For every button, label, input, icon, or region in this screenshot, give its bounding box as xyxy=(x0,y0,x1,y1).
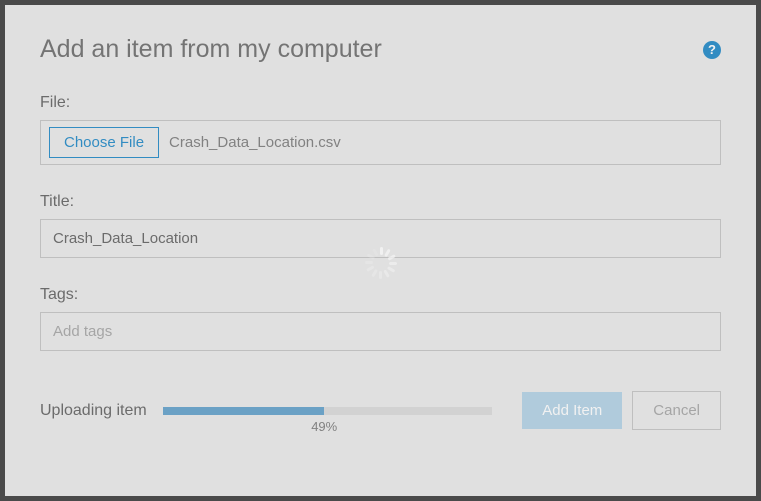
cancel-button[interactable]: Cancel xyxy=(632,391,721,430)
tags-input[interactable] xyxy=(40,312,721,351)
add-item-modal: Add an item from my computer ? File: Cho… xyxy=(5,5,756,496)
modal-header: Add an item from my computer ? xyxy=(40,35,721,64)
title-label: Title: xyxy=(40,193,721,211)
progress-track xyxy=(163,407,493,415)
add-item-button[interactable]: Add Item xyxy=(522,392,622,429)
progress-percent-text: 49% xyxy=(311,419,337,434)
help-icon[interactable]: ? xyxy=(703,41,721,59)
progress-bar: 49% xyxy=(163,407,493,415)
file-label: File: xyxy=(40,94,721,112)
tags-label: Tags: xyxy=(40,286,721,304)
file-input-row: Choose File Crash_Data_Location.csv xyxy=(40,120,721,165)
modal-title: Add an item from my computer xyxy=(40,35,382,64)
modal-footer: Uploading item 49% Add Item Cancel xyxy=(40,391,721,430)
progress-fill xyxy=(163,407,324,415)
title-input[interactable] xyxy=(40,219,721,258)
selected-file-name: Crash_Data_Location.csv xyxy=(169,134,341,151)
upload-status-label: Uploading item xyxy=(40,402,147,420)
choose-file-button[interactable]: Choose File xyxy=(49,127,159,158)
